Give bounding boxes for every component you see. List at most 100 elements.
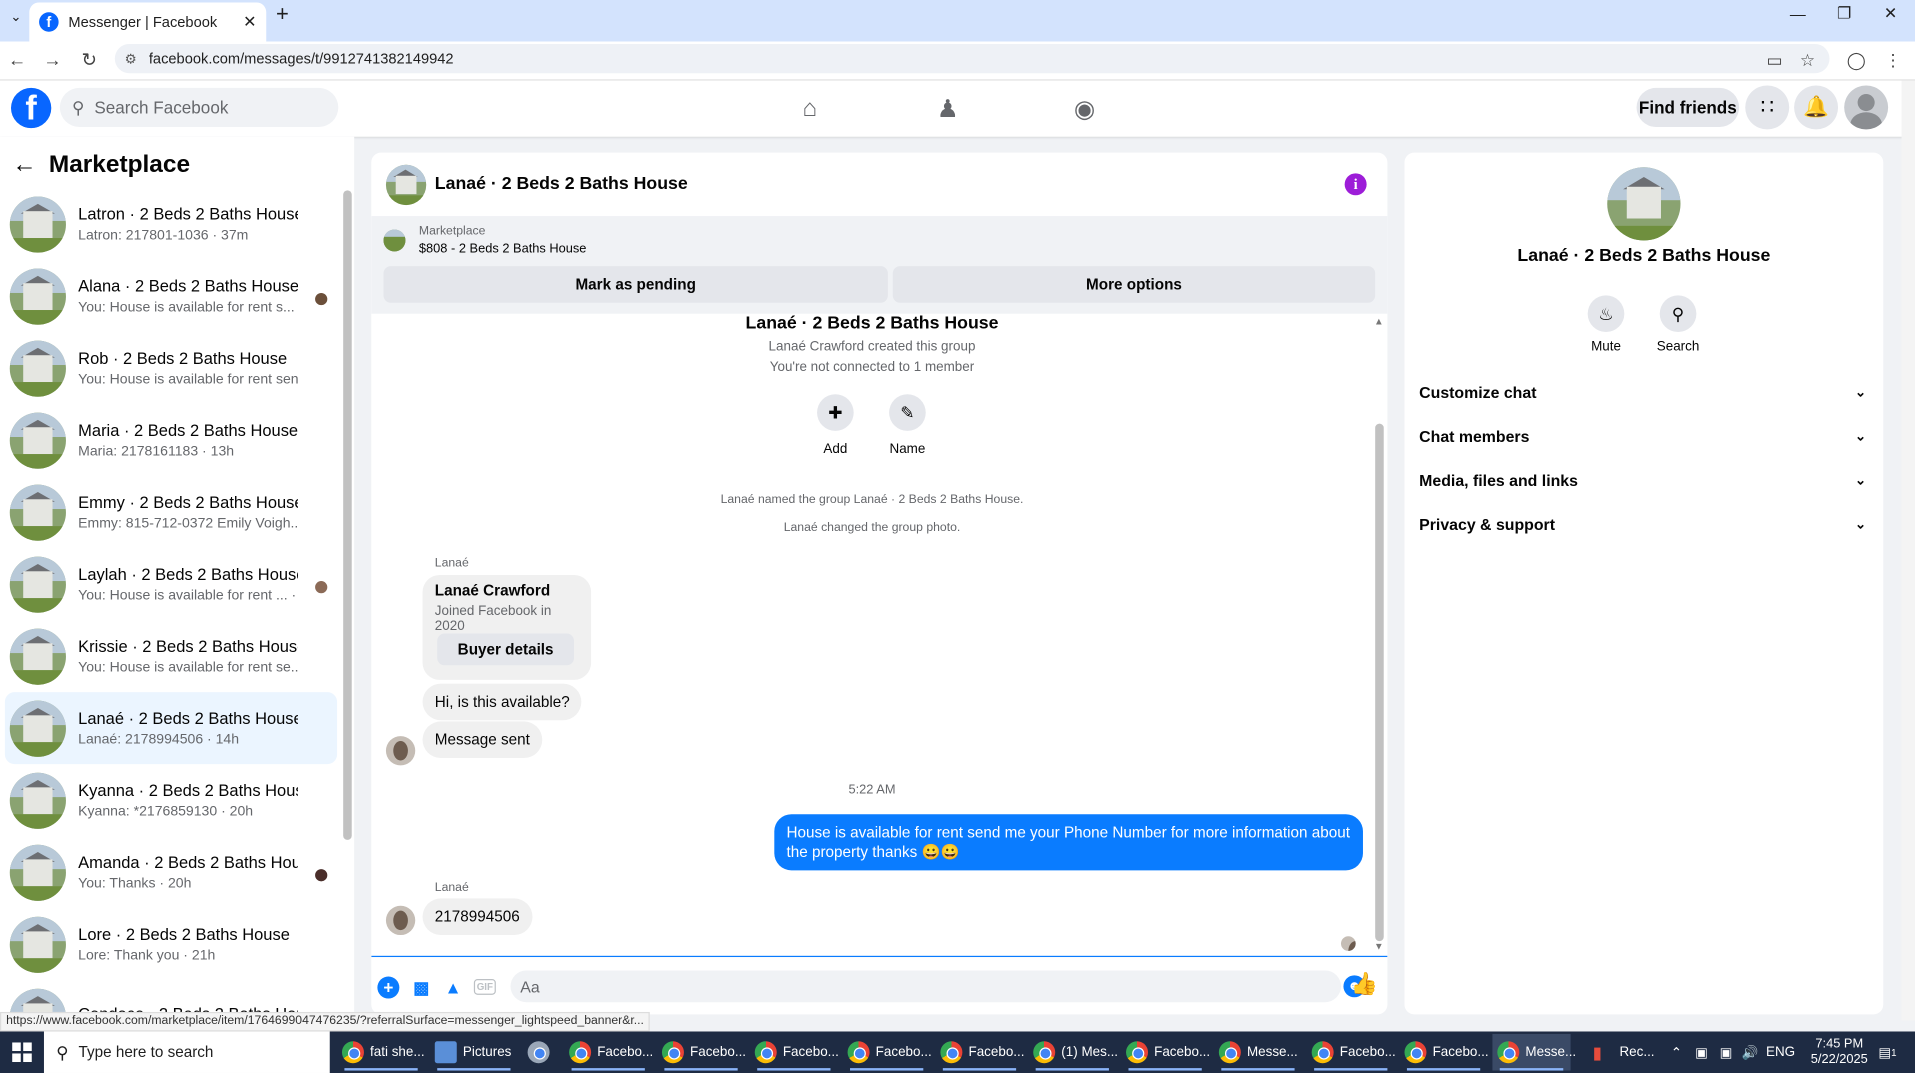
- conversation-item[interactable]: Maria · 2 Beds 2 Baths House Maria: 21781…: [5, 404, 337, 476]
- language-indicator[interactable]: ENG: [1766, 1031, 1795, 1073]
- groups-icon[interactable]: ◉: [1067, 92, 1101, 126]
- customize-chat-row[interactable]: Customize chat ⌄: [1419, 374, 1871, 411]
- sticker-icon[interactable]: ▲: [442, 977, 464, 999]
- conversation-item[interactable]: Krissie · 2 Beds 2 Baths House You: House…: [5, 620, 337, 692]
- taskbar-app[interactable]: (1) Mes...: [1028, 1034, 1118, 1071]
- conversation-item-active[interactable]: Lanaé · 2 Beds 2 Baths House Lanaé: 21789…: [4, 692, 338, 765]
- taskbar-app[interactable]: Facebo...: [1400, 1034, 1489, 1071]
- taskbar-app[interactable]: Facebo...: [1121, 1034, 1210, 1071]
- chat-scrollbar[interactable]: [1375, 423, 1384, 942]
- forward-icon[interactable]: →: [39, 46, 66, 73]
- window-close-icon[interactable]: ✕: [1866, 0, 1915, 27]
- new-tab-icon[interactable]: +: [276, 2, 298, 24]
- mute-button[interactable]: ♨ Mute: [1569, 295, 1642, 354]
- notifications-bell-icon[interactable]: 🔔: [1794, 85, 1839, 130]
- bookmark-star-icon[interactable]: ☆: [1794, 46, 1821, 73]
- facebook-logo[interactable]: f: [10, 87, 52, 129]
- name-group-button[interactable]: ✎ Name: [871, 394, 944, 457]
- buyer-details-button[interactable]: Buyer details: [437, 633, 575, 666]
- address-bar[interactable]: ⚙ facebook.com/messages/t/99127413821499…: [114, 43, 1830, 74]
- chevron-down-icon: ⌄: [1854, 385, 1867, 400]
- taskbar-app[interactable]: Facebo...: [1307, 1034, 1396, 1071]
- find-friends-button[interactable]: Find friends: [1636, 87, 1740, 127]
- taskbar-app[interactable]: Facebo...: [564, 1034, 653, 1071]
- conversation-item[interactable]: Rob · 2 Beds 2 Baths House You: House is …: [5, 332, 337, 404]
- listing-link[interactable]: Marketplace $808 - 2 Beds 2 Baths House: [383, 225, 586, 256]
- privacy-support-row[interactable]: Privacy & support ⌄: [1419, 505, 1871, 542]
- friends-icon[interactable]: ♟: [931, 92, 965, 126]
- message-input[interactable]: [520, 977, 1302, 996]
- chat-scroll-down-icon[interactable]: ▼: [1374, 941, 1384, 952]
- taskbar-app[interactable]: Facebo...: [657, 1034, 746, 1071]
- conversation-item[interactable]: Emmy · 2 Beds 2 Baths House Emmy: 815-712…: [5, 476, 337, 548]
- browser-menu-icon[interactable]: ⋮: [1880, 46, 1907, 73]
- more-options-button[interactable]: More options: [892, 266, 1376, 303]
- group-photo[interactable]: [1607, 167, 1681, 241]
- account-avatar[interactable]: [1844, 85, 1889, 130]
- reload-icon[interactable]: ↻: [76, 46, 103, 73]
- conversation-item[interactable]: Laylah · 2 Beds 2 Baths House You: House …: [5, 548, 337, 620]
- facebook-search-input[interactable]: [94, 97, 315, 118]
- taskbar-app[interactable]: fati she...: [337, 1034, 425, 1071]
- conversation-item[interactable]: Kyanna · 2 Beds 2 Baths House Kyanna: *21…: [5, 764, 337, 836]
- site-info-icon[interactable]: ⚙: [125, 51, 137, 67]
- thermometer-icon[interactable]: ▮: [1593, 1031, 1602, 1073]
- back-arrow-icon[interactable]: ←: [12, 151, 36, 179]
- windows-start-icon[interactable]: [12, 1042, 32, 1063]
- chrome-icon: [754, 1041, 777, 1064]
- recorder-app[interactable]: Rec...: [1619, 1031, 1654, 1073]
- marketplace-listing-bar: Marketplace $808 - 2 Beds 2 Baths House …: [371, 216, 1388, 314]
- tray-overflow-icon[interactable]: ⌃: [1671, 1031, 1682, 1073]
- taskbar-app-active[interactable]: Messe...: [1492, 1033, 1576, 1071]
- browser-tab[interactable]: f Messenger | Facebook ✕: [29, 2, 267, 42]
- conversation-item[interactable]: Alana · 2 Beds 2 Baths House You: House i…: [5, 260, 337, 332]
- search-button[interactable]: ⚲ Search: [1641, 295, 1714, 354]
- taskbar-app[interactable]: [523, 1034, 560, 1071]
- sidebar-scrollbar[interactable]: [343, 190, 352, 840]
- page-scrollbar[interactable]: [1901, 80, 1915, 1021]
- taskbar-app[interactable]: Pictures: [430, 1034, 518, 1071]
- notification-center-icon[interactable]: ▤ 1: [1878, 1031, 1896, 1073]
- chat-title[interactable]: Lanaé · 2 Beds 2 Baths House: [435, 175, 688, 195]
- taskbar-app[interactable]: Facebo...: [936, 1034, 1024, 1071]
- mark-as-pending-button[interactable]: Mark as pending: [383, 266, 888, 303]
- system-clock[interactable]: 7:45 PM 5/22/2025: [1803, 1036, 1876, 1068]
- minimize-icon[interactable]: —: [1773, 0, 1822, 27]
- profile-icon[interactable]: ◯: [1843, 46, 1870, 73]
- info-icon[interactable]: i: [1344, 173, 1367, 196]
- taskbar-app-label: Facebo...: [1432, 1044, 1489, 1060]
- add-member-button[interactable]: ✚ Add: [799, 394, 872, 457]
- conversation-item[interactable]: Latron · 2 Beds 2 Baths House Latron: 217…: [5, 188, 337, 260]
- network-icon[interactable]: ▣: [1720, 1031, 1733, 1073]
- taskbar-search[interactable]: ⚲ Type here to search: [43, 1031, 330, 1073]
- more-actions-plus-icon[interactable]: +: [377, 976, 400, 999]
- conversation-item[interactable]: Amanda · 2 Beds 2 Baths House You: Thanks…: [5, 836, 337, 908]
- listing-thumbnail: [9, 772, 66, 829]
- sender-avatar[interactable]: [385, 736, 416, 766]
- tab-search-icon[interactable]: ⌄: [5, 5, 27, 27]
- chat-members-row[interactable]: Chat members ⌄: [1419, 417, 1871, 454]
- taskbar-app[interactable]: Facebo...: [750, 1034, 839, 1071]
- chat-thumbnail[interactable]: [385, 164, 427, 205]
- install-app-icon[interactable]: ▭: [1761, 46, 1788, 73]
- row-label: Media, files and links: [1419, 470, 1578, 489]
- facebook-search[interactable]: ⚲: [59, 87, 339, 127]
- thumbs-up-icon[interactable]: 👍: [1351, 971, 1378, 995]
- menu-grid-icon[interactable]: ∷: [1745, 85, 1790, 130]
- conversation-name: Amanda · 2 Beds 2 Baths House: [78, 853, 298, 872]
- restore-icon[interactable]: ❐: [1820, 0, 1869, 27]
- taskbar-app[interactable]: Messe...: [1214, 1034, 1302, 1071]
- message-input-box[interactable]: ☻: [510, 970, 1366, 1003]
- taskbar-app[interactable]: Facebo...: [843, 1034, 932, 1071]
- sender-avatar[interactable]: [385, 905, 416, 936]
- media-files-links-row[interactable]: Media, files and links ⌄: [1419, 461, 1871, 498]
- meet-now-icon[interactable]: ▣: [1695, 1031, 1708, 1073]
- chat-scroll-up-icon[interactable]: ▲: [1374, 316, 1384, 327]
- back-icon[interactable]: ←: [4, 46, 31, 73]
- gif-icon[interactable]: GIF: [473, 979, 496, 995]
- volume-icon[interactable]: 🔊: [1742, 1031, 1759, 1073]
- attach-photo-icon[interactable]: ▩: [410, 977, 432, 999]
- home-icon[interactable]: ⌂: [793, 92, 827, 126]
- close-tab-icon[interactable]: ✕: [243, 12, 256, 32]
- conversation-item[interactable]: Lore · 2 Beds 2 Baths House Lore: Thank y…: [5, 908, 337, 980]
